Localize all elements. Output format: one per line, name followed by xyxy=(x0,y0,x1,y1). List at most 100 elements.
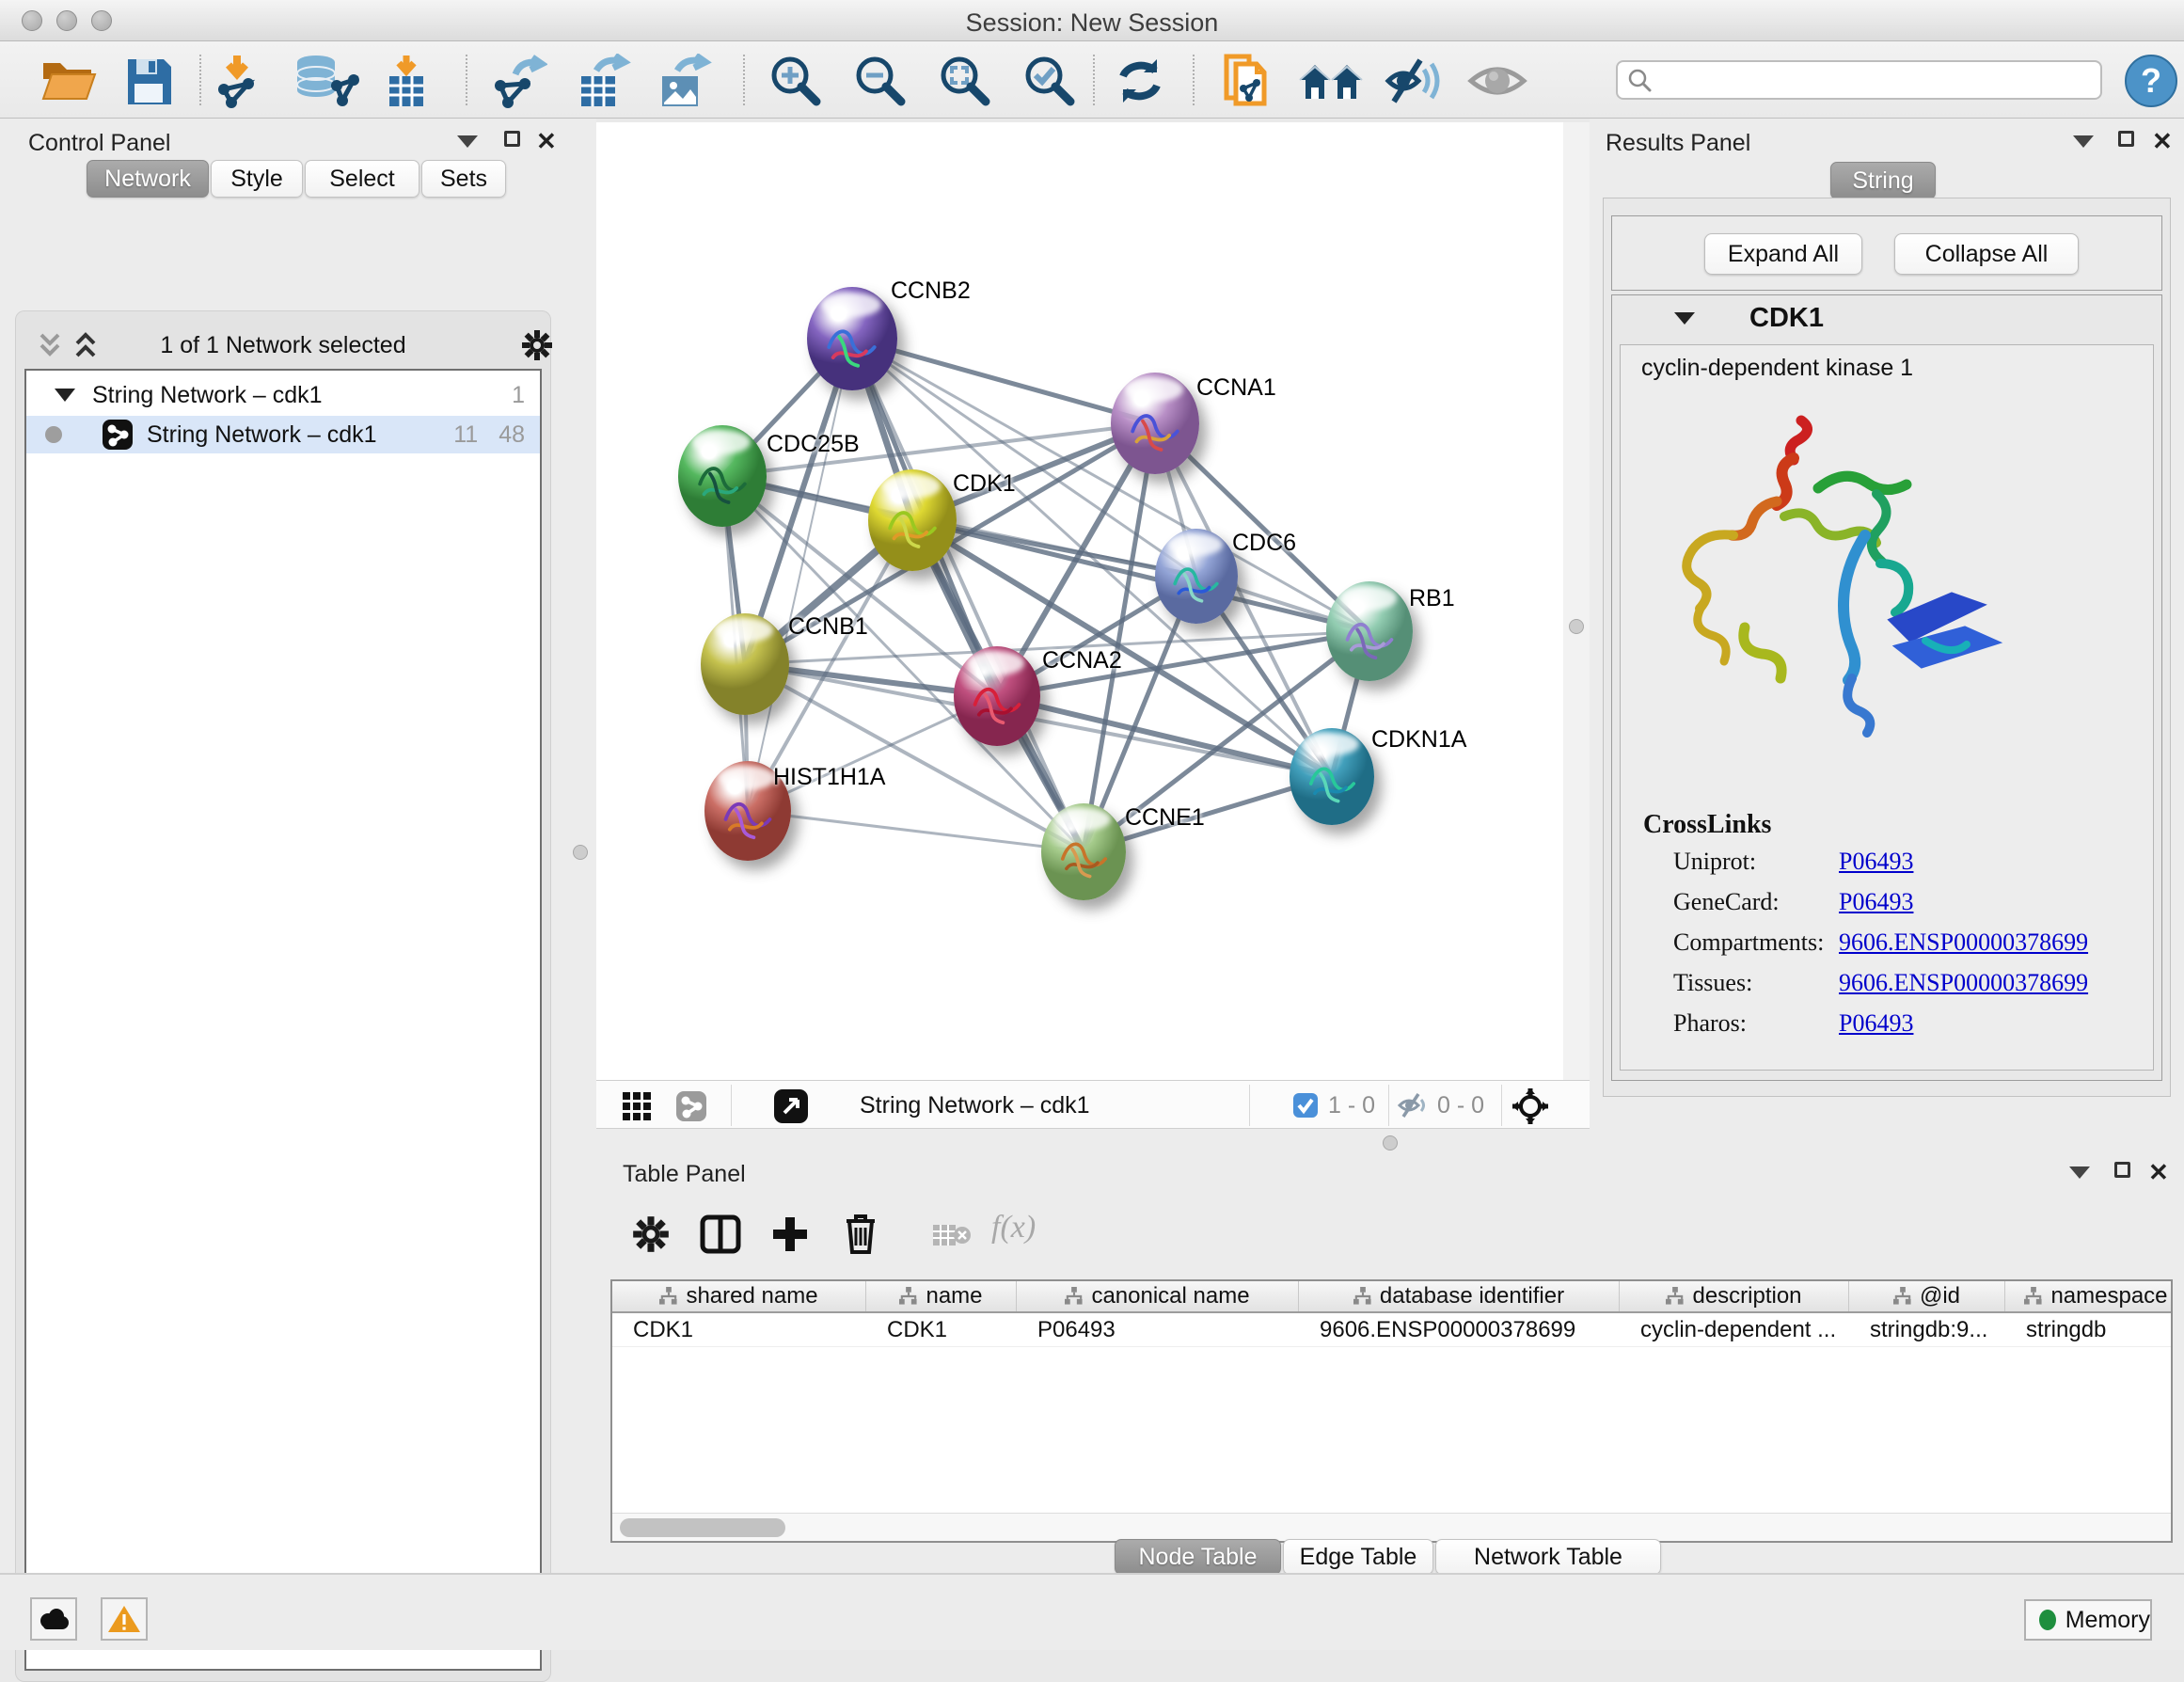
left-splitter[interactable] xyxy=(564,119,596,1573)
column-header-shared-name[interactable]: shared name xyxy=(612,1281,866,1311)
import-network-button[interactable] xyxy=(209,54,265,108)
warning-button[interactable] xyxy=(101,1597,148,1641)
node-CDC25B[interactable] xyxy=(678,425,767,527)
show-columns-icon[interactable] xyxy=(700,1214,741,1255)
export-network-button[interactable] xyxy=(487,54,547,108)
export-image-button[interactable] xyxy=(653,54,713,108)
clone-network-button[interactable] xyxy=(1221,54,1277,108)
refresh-button[interactable] xyxy=(1114,54,1166,108)
table-panel-close-icon[interactable]: ✕ xyxy=(2148,1160,2169,1184)
node-CCNB1[interactable] xyxy=(701,613,789,715)
column-header--id[interactable]: @id xyxy=(1849,1281,2005,1311)
delete-column-icon[interactable] xyxy=(841,1212,880,1255)
cell[interactable]: P06493 xyxy=(1017,1313,1299,1346)
collapse-all-button[interactable]: Collapse All xyxy=(1894,233,2079,275)
node-table[interactable]: shared namenamecanonical namedatabase id… xyxy=(610,1279,2173,1543)
results-panel-float-icon[interactable] xyxy=(2118,131,2134,147)
node-CCNA1[interactable] xyxy=(1111,373,1199,474)
cell[interactable]: cyclin-dependent ... xyxy=(1620,1313,1849,1346)
cell[interactable]: stringdb:9... xyxy=(1849,1313,2005,1346)
table-gear-icon[interactable] xyxy=(632,1215,670,1253)
node-RB1[interactable] xyxy=(1326,581,1413,681)
zoom-fit-button[interactable] xyxy=(937,54,993,108)
cell[interactable]: 9606.ENSP00000378699 xyxy=(1299,1313,1620,1346)
crosshair-icon[interactable] xyxy=(1511,1087,1550,1126)
import-database-button[interactable] xyxy=(288,54,361,108)
right-splitter[interactable] xyxy=(1563,122,1590,1080)
edge-HIST1H1A-CCNE1[interactable] xyxy=(748,811,1084,851)
search-input[interactable] xyxy=(1652,67,2065,93)
grid-view-icon[interactable] xyxy=(621,1090,653,1122)
selected-checkbox-icon[interactable] xyxy=(1292,1092,1319,1119)
home-button[interactable] xyxy=(1298,54,1364,108)
control-panel-menu-icon[interactable] xyxy=(457,135,478,148)
control-panel-close-icon[interactable]: ✕ xyxy=(536,129,557,153)
edge-CCNB2-CCNE1[interactable] xyxy=(852,339,1084,851)
crosslink-link[interactable]: 9606.ENSP00000378699 xyxy=(1839,928,2088,957)
network-tree-root-row[interactable]: String Network – cdk1 1 xyxy=(26,378,540,412)
export-table-button[interactable] xyxy=(572,54,632,108)
tree-expand-icon[interactable] xyxy=(55,389,75,402)
results-panel-menu-icon[interactable] xyxy=(2073,135,2094,148)
tab-style[interactable]: Style xyxy=(211,160,303,198)
crosslink-link[interactable]: P06493 xyxy=(1839,848,1913,876)
cell[interactable]: CDK1 xyxy=(866,1313,1017,1346)
node-CDK1[interactable] xyxy=(868,469,957,571)
left-splitter-handle[interactable] xyxy=(573,845,588,860)
memory-button[interactable]: Memory xyxy=(2024,1599,2152,1641)
tab-select[interactable]: Select xyxy=(305,160,419,198)
edge-CCNB2-HIST1H1A[interactable] xyxy=(748,339,852,811)
birdseye-view-icon[interactable] xyxy=(773,1088,809,1124)
zoom-selected-button[interactable] xyxy=(1021,54,1078,108)
table-panel-menu-icon[interactable] xyxy=(2069,1166,2090,1179)
hide-panel-button[interactable] xyxy=(1385,54,1443,108)
save-session-button[interactable] xyxy=(124,54,173,108)
tab-edge-table[interactable]: Edge Table xyxy=(1283,1539,1433,1575)
tab-network-table[interactable]: Network Table xyxy=(1435,1539,1661,1575)
node-CDKN1A[interactable] xyxy=(1290,728,1374,825)
zoom-in-button[interactable] xyxy=(768,54,824,108)
crosslink-link[interactable]: P06493 xyxy=(1839,888,1913,916)
column-header-description[interactable]: description xyxy=(1620,1281,1849,1311)
scrollbar-thumb[interactable] xyxy=(620,1518,785,1537)
right-splitter-handle[interactable] xyxy=(1569,619,1584,634)
crosslink-link[interactable]: 9606.ENSP00000378699 xyxy=(1839,969,2088,997)
column-header-namespace[interactable]: namespace xyxy=(2005,1281,2173,1311)
control-panel-float-icon[interactable] xyxy=(504,131,520,147)
gene-collapse-icon[interactable] xyxy=(1674,312,1695,325)
tab-sets[interactable]: Sets xyxy=(421,160,506,198)
node-CCNB2[interactable] xyxy=(807,287,897,390)
horizontal-splitter[interactable] xyxy=(596,1129,2184,1157)
search-box[interactable] xyxy=(1616,60,2102,100)
table-row[interactable]: CDK1CDK1P064939606.ENSP00000378699cyclin… xyxy=(612,1313,2171,1347)
import-table-button[interactable] xyxy=(378,54,435,108)
table-horizontal-scrollbar[interactable] xyxy=(612,1513,2171,1541)
cell[interactable]: stringdb xyxy=(2005,1313,2173,1346)
open-session-button[interactable] xyxy=(40,54,98,108)
column-header-name[interactable]: name xyxy=(866,1281,1017,1311)
add-column-icon[interactable] xyxy=(769,1214,811,1255)
network-share-view-icon[interactable] xyxy=(675,1090,707,1122)
cell[interactable]: CDK1 xyxy=(612,1313,866,1346)
network-canvas[interactable]: CCNB2CCNA1CDC25BCDK1CDC6RB1CCNB1CCNA2CDK… xyxy=(596,122,1563,1080)
network-tree-child-row[interactable]: String Network – cdk1 11 48 xyxy=(26,416,540,453)
crosslink-link[interactable]: P06493 xyxy=(1839,1009,1913,1038)
results-panel-close-icon[interactable]: ✕ xyxy=(2152,129,2173,153)
show-eye-button[interactable] xyxy=(1467,54,1527,108)
expand-all-button[interactable]: Expand All xyxy=(1704,233,1862,275)
zoom-out-button[interactable] xyxy=(852,54,909,108)
column-header-database-identifier[interactable]: database identifier xyxy=(1299,1281,1620,1311)
gear-icon[interactable] xyxy=(521,329,553,361)
node-CCNE1[interactable] xyxy=(1041,803,1126,900)
help-button[interactable]: ? xyxy=(2124,54,2178,108)
tab-string[interactable]: String xyxy=(1830,162,1936,199)
column-header-canonical-name[interactable]: canonical name xyxy=(1017,1281,1299,1311)
tab-network[interactable]: Network xyxy=(87,160,209,198)
node-CDC6[interactable] xyxy=(1155,529,1238,624)
horizontal-splitter-handle[interactable] xyxy=(1383,1135,1398,1150)
tab-node-table[interactable]: Node Table xyxy=(1115,1539,1281,1575)
table-panel-float-icon[interactable] xyxy=(2114,1162,2130,1178)
edge-CCNA2-CDKN1A[interactable] xyxy=(997,696,1332,776)
cloud-button[interactable] xyxy=(30,1597,77,1641)
node-CCNA2[interactable] xyxy=(954,646,1040,746)
